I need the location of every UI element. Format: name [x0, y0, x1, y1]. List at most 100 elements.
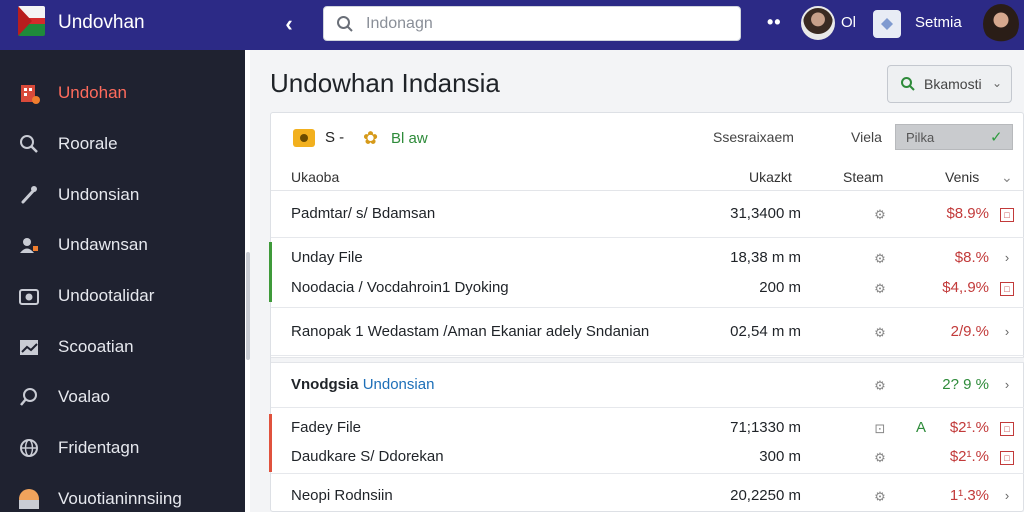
column-header-percent[interactable]: Venis — [945, 169, 979, 185]
top-bar: ‹ •• Ol Setmia — [245, 0, 1024, 50]
sidebar-item-label: Scooatian — [58, 336, 134, 356]
users-icon — [18, 234, 40, 256]
search-box[interactable] — [323, 6, 741, 41]
main-content: Undowhan Indansia Bkamosti ⌄ S - ✿ Bl aw… — [250, 50, 1024, 512]
row-name: Noodacia / Vocdahroin1 Dyoking — [291, 279, 509, 296]
sidebar-item-undootalidar[interactable]: Undootalidar — [0, 271, 245, 322]
row-size: 02,54 m m — [730, 323, 801, 340]
row-name: Fadey File — [291, 419, 362, 436]
sidebar-item-label: Fridentagn — [58, 438, 140, 458]
profile-avatar[interactable] — [983, 4, 1019, 44]
magnifier-icon — [18, 386, 40, 408]
row-action-box-icon[interactable]: □ — [1000, 451, 1014, 465]
column-header-status[interactable]: Steam — [843, 169, 883, 185]
status-icon: ⚙ — [874, 207, 886, 222]
building-icon — [18, 82, 40, 105]
chevron-right-icon[interactable]: › — [1000, 251, 1014, 265]
gear-icon[interactable]: ✿ — [363, 128, 381, 148]
row-accent — [269, 414, 272, 472]
status-icon: ⚙ — [874, 489, 886, 504]
view-label: Viela — [851, 129, 882, 145]
row-size: 31,3400 m — [730, 205, 801, 222]
sidebar-item-label: Roorale — [58, 134, 118, 154]
row-name: Daudkare S/ Ddorekan — [291, 448, 444, 465]
row-percent: 2/9.% — [950, 323, 989, 340]
sidebar-header: Undovhan — [0, 0, 245, 50]
row-name: Neopi Rodnsiin — [291, 487, 393, 504]
table-row[interactable]: Padmtar/ s/ Bdamsan 31,3400 m ⚙ $8.9% □ — [271, 192, 1024, 238]
row-percent: $2¹.% — [949, 419, 989, 436]
sidebar-item-fridentagn[interactable]: Fridentagn — [0, 423, 245, 474]
sidebar-item-label: Voalao — [58, 387, 110, 407]
column-header-name[interactable]: Ukaoba — [291, 169, 339, 185]
row-percent: $8.9% — [946, 205, 989, 222]
user-avatar[interactable] — [801, 6, 835, 40]
status-icon: ⚙ — [874, 251, 886, 266]
sidebar-item-label: Undohan — [58, 83, 128, 103]
globe-icon — [18, 437, 40, 459]
sidebar-nav: Undohan Roorale Undonsian Undawnsan Undo… — [0, 68, 245, 512]
files-card: S - ✿ Bl aw Ssesraixaem Viela Pilka ✓ Uk… — [269, 112, 1024, 512]
avatar-icon — [18, 488, 40, 510]
row-percent: $2¹.% — [949, 448, 989, 465]
row-percent: 1¹.3% — [949, 487, 989, 504]
row-percent: 2? 9 % — [942, 376, 989, 393]
user-abbr[interactable]: Ol — [841, 14, 856, 31]
row-name: Unday File — [291, 249, 363, 266]
row-accent — [269, 242, 272, 302]
row-action-box-icon[interactable]: □ — [1000, 282, 1014, 296]
sidebar-item-label: Undootalidar — [58, 286, 155, 306]
table-row-section-header[interactable]: Vnodgsia Undonsian ⚙ 2? 9 % › — [271, 363, 1024, 408]
status-icon: ⚙ — [874, 281, 886, 296]
sidebar-item-voalao[interactable]: Voalao — [0, 372, 245, 423]
column-header-size[interactable]: Ukazkt — [749, 169, 792, 185]
row-action-box-icon[interactable]: □ — [1000, 422, 1014, 436]
table-row[interactable]: Neopi Rodnsiin 20,2250 m ⚙ 1¹.3% › — [271, 474, 1024, 512]
card-toolbar: S - ✿ Bl aw Ssesraixaem Viela Pilka ✓ — [271, 113, 1024, 165]
user-name[interactable]: Setmia — [915, 14, 962, 31]
folder-icon[interactable] — [293, 129, 315, 147]
search-input[interactable] — [366, 13, 726, 35]
toolbar-b-label[interactable]: Bl aw — [391, 130, 428, 147]
sidebar-item-roorale[interactable]: Roorale — [0, 119, 245, 170]
chevron-right-icon[interactable]: › — [1000, 378, 1014, 392]
wrench-icon — [18, 184, 40, 206]
chart-icon — [18, 336, 40, 358]
row-size: 200 m — [759, 279, 801, 296]
sidebar-item-label: Vouotianinnsiing — [58, 488, 182, 508]
row-name: Padmtar/ s/ Bdamsan — [291, 205, 436, 222]
table-row[interactable]: Ranopak 1 Wedastam /Aman Ekaniar adely S… — [271, 308, 1024, 356]
diamond-icon[interactable] — [873, 10, 901, 38]
more-dots-icon[interactable]: •• — [767, 12, 782, 33]
row-action-box-icon[interactable]: □ — [1000, 208, 1014, 222]
sidebar: Undovhan Undohan Roorale Undonsian Undaw… — [0, 0, 245, 512]
search-icon — [337, 16, 353, 32]
filter-button[interactable]: Bkamosti ⌄ — [887, 65, 1012, 103]
flag-logo-icon — [18, 6, 45, 36]
row-percent: $4,.9% — [942, 279, 989, 296]
sessions-label: Ssesraixaem — [713, 129, 794, 145]
row-size: 300 m — [759, 448, 801, 465]
table-row-group: Unday File 18,38 m m ⚙ $8.% › Noodacia /… — [269, 238, 1024, 308]
sidebar-item-vouotianinnsiing[interactable]: Vouotianinnsiing — [0, 474, 245, 512]
app-name: Undovhan — [58, 12, 145, 33]
view-select[interactable]: Pilka ✓ — [895, 124, 1013, 150]
row-percent: $8.% — [954, 249, 989, 266]
sidebar-item-scooatian[interactable]: Scooatian — [0, 321, 245, 372]
sidebar-item-label: Undonsian — [58, 184, 140, 204]
chevron-right-icon[interactable]: › — [1000, 489, 1014, 503]
sidebar-item-undonsian[interactable]: Undonsian — [0, 169, 245, 220]
status-icon: ⚙ — [874, 450, 886, 465]
chevron-down-icon: ⌄ — [992, 76, 1003, 90]
row-flag: A — [916, 419, 927, 436]
back-icon[interactable]: ‹ — [277, 12, 301, 36]
row-size: 20,2250 m — [730, 487, 801, 504]
toolbar-s-label[interactable]: S - — [325, 129, 344, 146]
chevron-down-icon[interactable]: ⌄ — [1001, 169, 1013, 186]
sidebar-item-undawnsan[interactable]: Undawnsan — [0, 220, 245, 271]
row-size: 18,38 m m — [730, 249, 801, 266]
page-title: Undowhan Indansia — [270, 68, 500, 98]
row-name: Ranopak 1 Wedastam /Aman Ekaniar adely S… — [291, 323, 650, 340]
chevron-right-icon[interactable]: › — [1000, 325, 1014, 339]
sidebar-item-undohan[interactable]: Undohan — [0, 68, 245, 119]
